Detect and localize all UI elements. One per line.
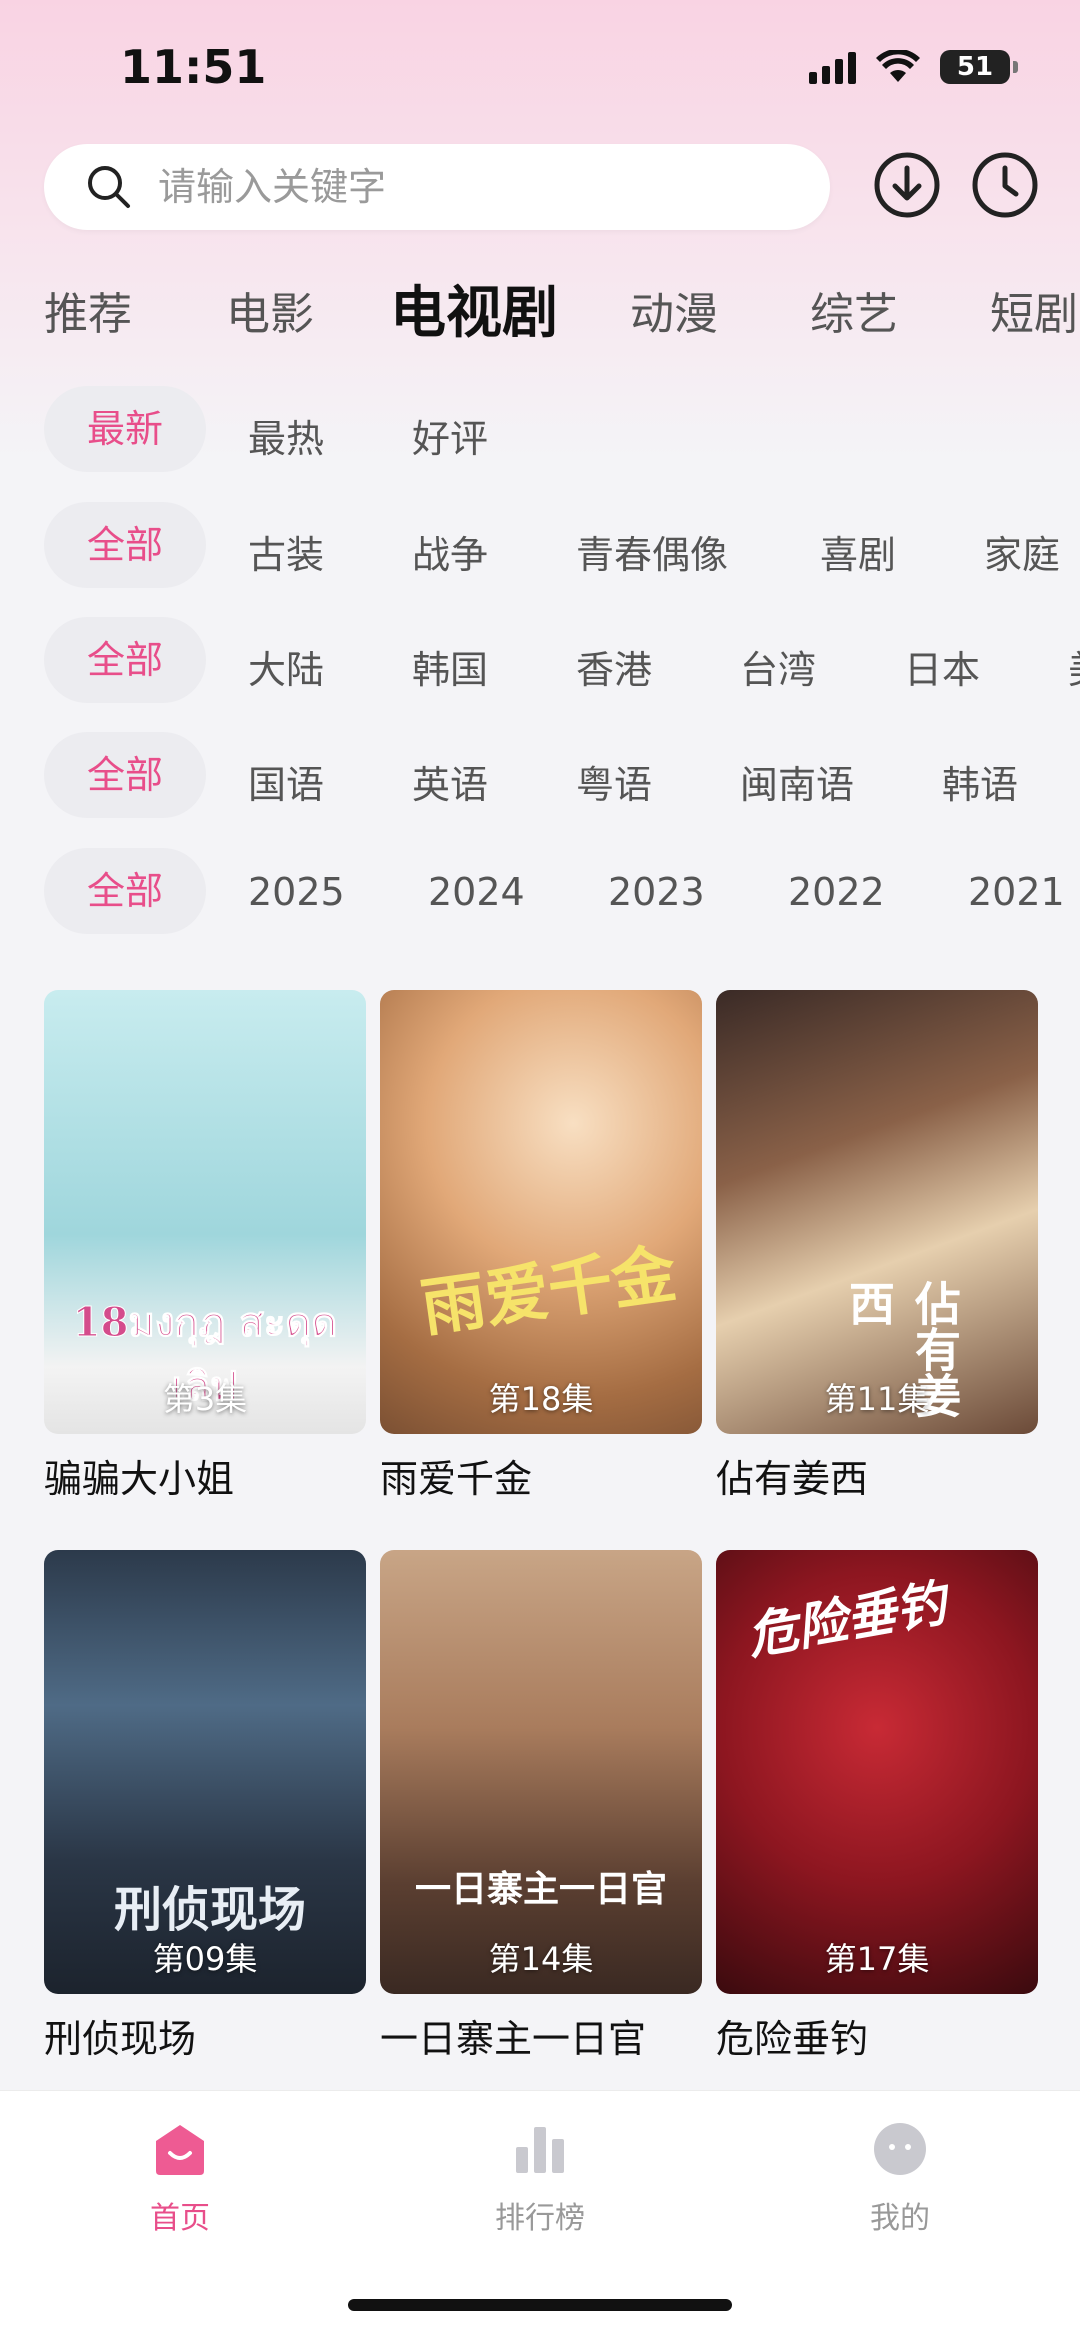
show-card[interactable]: 一日寨主一日官 第14集 一日寨主一日官	[380, 1550, 702, 2063]
show-title: 雨爱千金	[380, 1457, 533, 1501]
filter-chip[interactable]: 英语	[412, 754, 488, 809]
poster-title-art: 雨爱千金	[416, 1236, 681, 1347]
filter-chip[interactable]: 古装	[248, 524, 324, 579]
tab-variety[interactable]: 综艺	[810, 278, 898, 342]
filter-chip[interactable]: 好评	[412, 408, 488, 463]
show-title: 危险垂钓	[716, 2017, 869, 2061]
episode-badge: 第17集	[824, 1940, 930, 1978]
poster-image: 危险垂钓 第17集	[716, 1550, 1038, 1994]
filter-row-language: 全部 国语 英语 粤语 闽南语 韩语	[0, 732, 1080, 822]
filter-row-genre: 全部 古装 战争 青春偶像 喜剧 家庭	[0, 502, 1080, 592]
search-icon	[88, 166, 130, 208]
filter-chip[interactable]: 闽南语	[740, 754, 854, 809]
episode-badge: 第18集	[488, 1380, 594, 1418]
status-time: 11:51	[120, 40, 267, 94]
battery-icon: 51	[940, 50, 1018, 84]
nav-label: 首页	[150, 2201, 210, 2236]
episode-badge: 第3集	[162, 1380, 248, 1418]
tab-tv-series[interactable]: 电视剧	[390, 268, 558, 349]
tab-anime[interactable]: 动漫	[630, 278, 718, 342]
filter-chip[interactable]: 2021	[968, 870, 1065, 914]
poster-title-art: 刑侦现场	[114, 1882, 307, 1938]
filter-chip[interactable]: 日本	[904, 639, 980, 694]
filter-chip[interactable]: 韩国	[412, 639, 488, 694]
filter-chip[interactable]: 2025	[248, 870, 345, 914]
filter-row-sort: 最新 最热 好评	[0, 386, 1080, 476]
profile-icon	[874, 2123, 926, 2175]
episode-badge: 第09集	[152, 1940, 258, 1978]
filter-chip-active[interactable]: 全部	[44, 732, 206, 818]
status-icons: 51	[809, 50, 1018, 84]
episode-badge: 第11集	[824, 1380, 930, 1418]
filter-chip[interactable]: 战争	[412, 524, 488, 579]
show-title: 一日寨主一日官	[380, 2017, 647, 2061]
show-card[interactable]: 刑侦现场 第09集 刑侦现场	[44, 1550, 366, 2063]
filter-chip[interactable]: 大陆	[248, 639, 324, 694]
nav-item-ranking[interactable]: 排行榜	[440, 2121, 640, 2237]
show-title: 刑侦现场	[44, 2017, 197, 2061]
nav-item-profile[interactable]: 我的	[800, 2121, 1000, 2237]
filter-chip-active[interactable]: 全部	[44, 617, 206, 703]
filter-chip[interactable]: 2024	[428, 870, 525, 914]
home-indicator	[348, 2299, 732, 2311]
filter-chip[interactable]: 2023	[608, 870, 705, 914]
poster-image: 雨爱千金 第18集	[380, 990, 702, 1434]
wifi-icon	[876, 50, 920, 82]
filter-chip[interactable]: 香港	[576, 639, 652, 694]
filter-row-region: 全部 大陆 韩国 香港 台湾 日本 美	[0, 617, 1080, 707]
filter-chip-active[interactable]: 最新	[44, 386, 206, 472]
filter-chip[interactable]: 家庭	[984, 524, 1060, 579]
filter-chip-active[interactable]: 全部	[44, 502, 206, 588]
nav-label: 排行榜	[495, 2201, 585, 2236]
filter-chip[interactable]: 青春偶像	[576, 524, 728, 579]
tab-recommend[interactable]: 推荐	[44, 278, 132, 342]
show-card[interactable]: 佔有姜西 第11集 佔有姜西	[716, 990, 1038, 1503]
signal-icon	[809, 50, 856, 84]
nav-label: 我的	[870, 2201, 930, 2236]
poster-image: 18มงกุฎ สะดุดเลิฟ 第3集	[44, 990, 366, 1434]
download-icon[interactable]	[872, 150, 942, 220]
poster-title-art: 危险垂钓	[743, 1573, 951, 1666]
filter-chip[interactable]: 2022	[788, 870, 885, 914]
filter-chip[interactable]: 最热	[248, 408, 324, 463]
nav-item-home[interactable]: 首页	[80, 2121, 280, 2237]
show-title: 佔有姜西	[716, 1457, 869, 1501]
ranking-icon	[516, 2127, 564, 2173]
tab-short-drama[interactable]: 短剧	[990, 278, 1078, 342]
poster-title-art: 一日寨主一日官	[414, 1868, 667, 1910]
filter-chip[interactable]: 喜剧	[820, 524, 896, 579]
home-icon	[156, 2125, 204, 2175]
history-icon[interactable]	[970, 150, 1040, 220]
filter-chip[interactable]: 韩语	[942, 754, 1018, 809]
battery-level: 51	[956, 52, 994, 82]
show-card[interactable]: 18มงกุฎ สะดุดเลิฟ 第3集 骗骗大小姐	[44, 990, 366, 1503]
filter-chip[interactable]: 美	[1068, 639, 1080, 694]
filter-chip-active[interactable]: 全部	[44, 848, 206, 934]
tab-movie[interactable]: 电影	[226, 278, 314, 342]
poster-image: 佔有姜西 第11集	[716, 990, 1038, 1434]
category-tabs: 推荐 电影 电视剧 动漫 综艺 短剧	[0, 268, 1080, 348]
poster-image: 一日寨主一日官 第14集	[380, 1550, 702, 1994]
show-card[interactable]: 危险垂钓 第17集 危险垂钓	[716, 1550, 1038, 2063]
show-title: 骗骗大小姐	[44, 1457, 235, 1501]
show-card[interactable]: 雨爱千金 第18集 雨爱千金	[380, 990, 702, 1503]
filter-chip[interactable]: 粤语	[576, 754, 652, 809]
filter-chip[interactable]: 国语	[248, 754, 324, 809]
search-bar[interactable]	[44, 144, 830, 230]
filter-row-year: 全部 2025 2024 2023 2022 2021	[0, 848, 1080, 938]
episode-badge: 第14集	[488, 1940, 594, 1978]
filter-chip[interactable]: 台湾	[740, 639, 816, 694]
poster-image: 刑侦现场 第09集	[44, 1550, 366, 1994]
search-input[interactable]	[156, 164, 720, 210]
